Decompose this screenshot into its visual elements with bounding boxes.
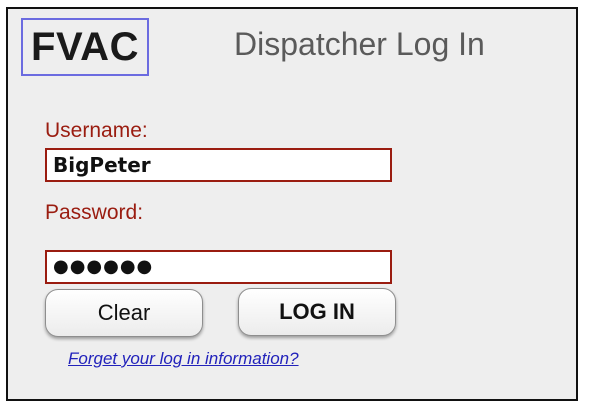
login-button[interactable]: LOG IN: [238, 288, 396, 336]
username-label: Username:: [45, 119, 148, 142]
password-label: Password:: [45, 201, 144, 224]
logo: FVAC: [21, 18, 149, 76]
username-field[interactable]: BigPeter: [45, 148, 392, 182]
forgot-login-link[interactable]: Forget your log in information?: [68, 349, 299, 369]
clear-button[interactable]: Clear: [45, 289, 203, 337]
page-title: Dispatcher Log In: [234, 26, 485, 62]
login-panel: FVAC Dispatcher Log In Username: BigPete…: [6, 7, 578, 401]
password-field[interactable]: ●●●●●●: [45, 250, 392, 284]
